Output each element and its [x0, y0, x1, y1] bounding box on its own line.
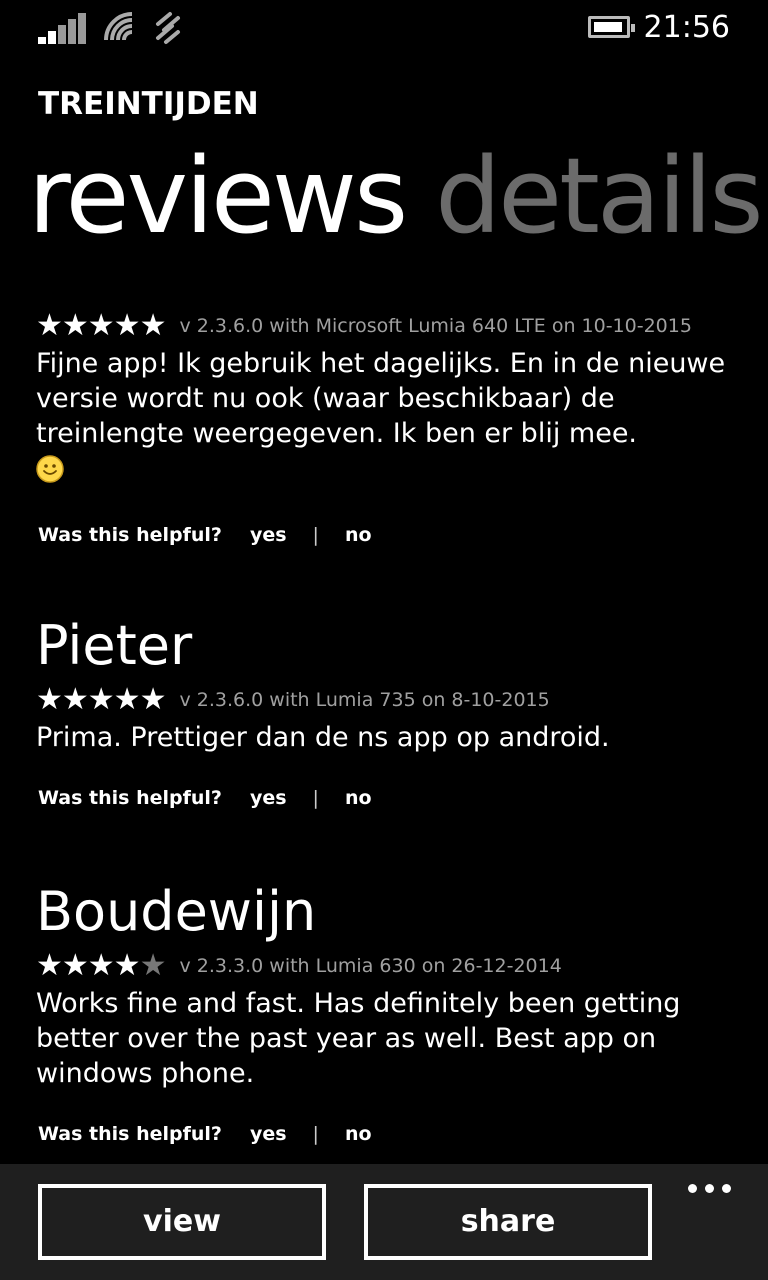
app-title: TREINTIJDEN: [38, 86, 259, 122]
helpful-no-link[interactable]: no: [345, 783, 372, 813]
review-meta-row: ★★★★★ v 2.3.6.0 with Microsoft Lumia 640…: [36, 308, 736, 344]
helpful-yes-link[interactable]: yes: [250, 520, 287, 550]
tab-reviews[interactable]: reviews: [28, 135, 408, 257]
helpful-row: Was this helpful? yes | no: [36, 1119, 736, 1149]
helpful-yes-link[interactable]: yes: [250, 1119, 287, 1149]
review-meta: v 2.3.6.0 with Microsoft Lumia 640 LTE o…: [179, 315, 692, 337]
helpful-no-link[interactable]: no: [345, 520, 372, 550]
app-bar: view share: [0, 1164, 768, 1280]
helpful-question: Was this helpful?: [38, 524, 222, 546]
data-connection-icon: [156, 12, 180, 44]
review-text: Fijne app! Ik gebruik het dagelijks. En …: [36, 346, 736, 492]
signal-icon: [38, 12, 88, 44]
view-button[interactable]: view: [38, 1184, 326, 1260]
review-item: Boudewijn ★★★★★ v 2.3.3.0 with Lumia 630…: [36, 880, 736, 1149]
review-meta: v 2.3.3.0 with Lumia 630 on 26-12-2014: [179, 955, 562, 977]
review-meta-row: ★★★★★ v 2.3.3.0 with Lumia 630 on 26-12-…: [36, 948, 736, 984]
helpful-separator: |: [312, 787, 319, 809]
helpful-separator: |: [312, 1123, 319, 1145]
review-meta-row: ★★★★★ v 2.3.6.0 with Lumia 735 on 8-10-2…: [36, 682, 736, 718]
status-bar: 21:56: [0, 0, 768, 56]
helpful-question: Was this helpful?: [38, 787, 222, 809]
pivot-header: reviews details: [28, 135, 764, 257]
review-item: ★★★★★ v 2.3.6.0 with Microsoft Lumia 640…: [36, 308, 736, 550]
clock: 21:56: [643, 10, 730, 45]
battery-icon: [588, 16, 635, 38]
review-text: Prima. Prettiger dan de ns app op androi…: [36, 722, 610, 753]
review-text: Works fine and fast. Has definitely been…: [36, 988, 681, 1089]
helpful-separator: |: [312, 524, 319, 546]
star-rating: ★★★★★: [36, 948, 166, 983]
helpful-row: Was this helpful? yes | no: [36, 783, 736, 813]
share-button[interactable]: share: [364, 1184, 652, 1260]
star-rating: ★★★★★: [36, 308, 166, 343]
helpful-no-link[interactable]: no: [345, 1119, 372, 1149]
wifi-icon: [104, 12, 133, 41]
review-item: Pieter ★★★★★ v 2.3.6.0 with Lumia 735 on…: [36, 614, 736, 813]
reviewer-name: Pieter: [36, 614, 193, 677]
helpful-row: Was this helpful? yes | no: [36, 520, 736, 550]
smiley-icon: [36, 455, 64, 483]
tab-details[interactable]: details: [435, 135, 763, 257]
review-meta: v 2.3.6.0 with Lumia 735 on 8-10-2015: [179, 689, 550, 711]
helpful-yes-link[interactable]: yes: [250, 783, 287, 813]
reviewer-name: Boudewijn: [36, 880, 317, 943]
helpful-question: Was this helpful?: [38, 1123, 222, 1145]
more-ellipsis-icon[interactable]: [684, 1178, 736, 1198]
star-rating: ★★★★★: [36, 682, 166, 717]
